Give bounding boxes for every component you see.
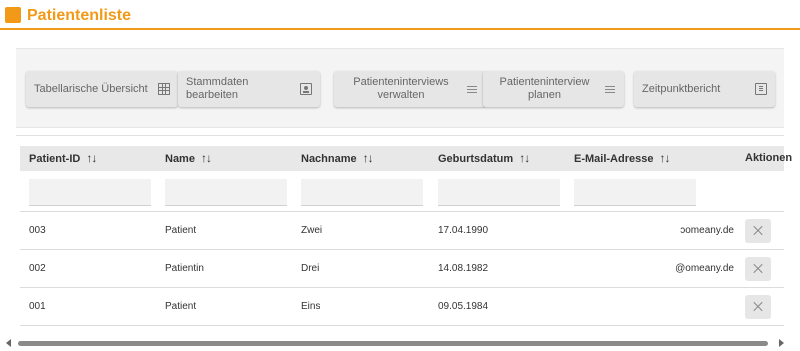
column-label: E-Mail-Adresse	[574, 153, 654, 165]
cell-geburtsdatum: 14.08.1982	[438, 263, 489, 274]
scrollbar-thumb[interactable]	[18, 341, 768, 346]
table-row[interactable]: 002 Patientin Drei 14.08.1982 @omeany.de	[20, 250, 784, 288]
cell-name: Patient	[165, 301, 197, 312]
divider	[16, 135, 784, 136]
manage-interviews-button[interactable]: Patienteninterviews verwalten	[334, 71, 486, 107]
table-icon	[158, 83, 170, 95]
column-header-patient-id[interactable]: Patient-ID ↑↓	[29, 146, 97, 171]
cell-name: Patientin	[165, 263, 204, 274]
timepoint-report-label: Zeitpunktbericht	[642, 82, 721, 95]
filter-email-input[interactable]	[574, 179, 696, 206]
cell-nachname: Eins	[301, 301, 321, 312]
column-label: Patient-ID	[29, 153, 81, 165]
horizontal-scrollbar[interactable]	[0, 335, 800, 351]
cell-email: @omeany.de	[675, 263, 734, 274]
cell-email	[574, 288, 734, 326]
sort-icon[interactable]: ↑↓	[201, 151, 212, 165]
table-row[interactable]: 003 Patient Zwei 17.04.1990 ɔomeany.de	[20, 212, 784, 250]
filter-nachname-input[interactable]	[301, 179, 423, 206]
scroll-left-icon[interactable]	[6, 339, 11, 347]
scroll-right-icon[interactable]	[779, 339, 784, 347]
cell-geburtsdatum: 09.05.1984	[438, 301, 489, 312]
page-title: Patientenliste	[27, 7, 132, 24]
timepoint-report-button[interactable]: Zeitpunktbericht	[634, 71, 775, 107]
table-row[interactable]: 001 Patient Eins 09.05.1984	[20, 288, 784, 326]
page-header: Patientenliste	[0, 0, 800, 30]
edit-master-data-button[interactable]: Stammdaten bearbeiten	[178, 71, 320, 107]
column-label: Name	[165, 153, 195, 165]
cell-patient-id: 003	[29, 225, 46, 236]
scrollbar-track[interactable]	[18, 341, 768, 346]
delete-button[interactable]	[745, 295, 771, 319]
list-icon	[466, 83, 478, 95]
sort-icon[interactable]: ↑↓	[86, 151, 97, 165]
delete-button[interactable]	[745, 219, 771, 243]
cell-patient-id: 001	[29, 301, 46, 312]
id-card-icon	[300, 83, 312, 95]
column-header-aktionen: Aktionen	[745, 152, 793, 164]
manage-interviews-label: Patienteninterviews verwalten	[353, 76, 449, 101]
delete-button[interactable]	[745, 257, 771, 281]
column-header-geburtsdatum[interactable]: Geburtsdatum ↑↓	[438, 146, 530, 171]
filter-name-input[interactable]	[165, 179, 287, 206]
sort-icon[interactable]: ↑↓	[659, 151, 670, 165]
column-label: Nachname	[301, 153, 357, 165]
action-toolbar: Tabellarische Übersicht Stammdaten bearb…	[16, 48, 784, 128]
list-icon	[604, 83, 616, 95]
column-header-name[interactable]: Name ↑↓	[165, 146, 212, 171]
cell-geburtsdatum: 17.04.1990	[438, 225, 489, 236]
filter-patient-id-input[interactable]	[29, 179, 151, 206]
report-icon	[755, 83, 767, 95]
filter-row	[20, 171, 784, 212]
column-label: Geburtsdatum	[438, 153, 514, 165]
table-header: Patient-ID ↑↓ Name ↑↓ Nachname ↑↓ Geburtsda…	[20, 146, 792, 171]
plan-interview-button[interactable]: Patienteninterview planen	[483, 71, 624, 107]
cell-nachname: Zwei	[301, 225, 323, 236]
cell-nachname: Drei	[301, 263, 320, 274]
plan-interview-label: Patienteninterview planen	[499, 76, 590, 101]
header-accent-icon	[5, 7, 21, 23]
filter-geburtsdatum-input[interactable]	[438, 179, 560, 206]
cell-name: Patient	[165, 225, 197, 236]
cell-email: ɔomeany.de	[680, 225, 734, 236]
tabular-overview-label: Tabellarische Übersicht	[34, 82, 148, 95]
column-header-email[interactable]: E-Mail-Adresse ↑↓	[574, 146, 670, 171]
cell-patient-id: 002	[29, 263, 46, 274]
sort-icon[interactable]: ↑↓	[519, 151, 530, 165]
sort-icon[interactable]: ↑↓	[363, 151, 374, 165]
column-header-nachname[interactable]: Nachname ↑↓	[301, 146, 374, 171]
tabular-overview-button[interactable]: Tabellarische Übersicht	[26, 71, 178, 107]
edit-master-data-label: Stammdaten bearbeiten	[186, 76, 249, 101]
